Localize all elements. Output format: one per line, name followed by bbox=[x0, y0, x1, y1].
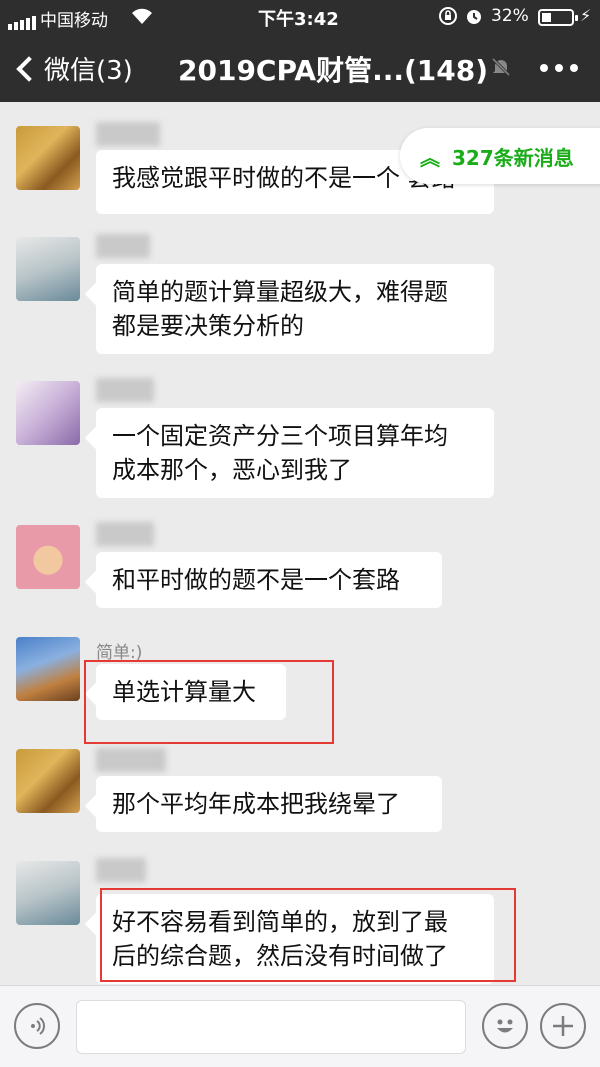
message-text: 成本那个，恶心到我了 bbox=[112, 456, 352, 484]
back-button[interactable]: 微信(3) bbox=[14, 50, 133, 87]
message-bubble[interactable]: 简单的题计算量超级大，难得题 都是要决策分析的 bbox=[96, 264, 494, 354]
nav-bar: 微信(3) 2019CPA财管...(148) bbox=[0, 40, 600, 96]
back-label: 微信(3) bbox=[44, 56, 133, 86]
avatar[interactable] bbox=[16, 237, 80, 301]
new-messages-label: 327条新消息 bbox=[452, 145, 574, 170]
message-bubble[interactable]: 那个平均年成本把我绕晕了 bbox=[96, 776, 442, 832]
rotation-lock-icon bbox=[438, 6, 458, 31]
highlight-box bbox=[84, 660, 334, 744]
emoji-button[interactable] bbox=[482, 1003, 528, 1049]
avatar[interactable] bbox=[16, 861, 80, 925]
nickname bbox=[96, 748, 166, 772]
plus-button[interactable] bbox=[540, 1003, 586, 1049]
plus-icon bbox=[553, 1016, 573, 1036]
status-time: 下午3:42 bbox=[258, 9, 339, 30]
more-icon[interactable] bbox=[540, 64, 578, 72]
voice-icon bbox=[31, 1017, 45, 1035]
avatar[interactable] bbox=[16, 749, 80, 813]
carrier-label: 中国移动 bbox=[40, 11, 108, 31]
mute-icon bbox=[490, 56, 512, 78]
message-input[interactable] bbox=[76, 1000, 466, 1054]
message-text: 简单的题计算量超级大，难得题 bbox=[112, 278, 448, 306]
top-bar: 中国移动 下午3:42 32% ⚡ 微信(3) 2019CPA财管...(148… bbox=[0, 0, 600, 102]
battery-icon bbox=[538, 9, 578, 26]
nickname bbox=[96, 522, 154, 546]
nickname bbox=[96, 858, 146, 882]
message-text: 都是要决策分析的 bbox=[112, 312, 304, 340]
avatar[interactable] bbox=[16, 637, 80, 701]
nickname bbox=[96, 234, 150, 258]
message-text: 和平时做的题不是一个套路 bbox=[112, 566, 400, 594]
message-text: 一个固定资产分三个项目算年均 bbox=[112, 422, 448, 450]
signal-icon bbox=[8, 10, 38, 30]
emoji-icon bbox=[497, 1019, 513, 1033]
wifi-icon bbox=[130, 6, 154, 31]
message-bubble[interactable]: 一个固定资产分三个项目算年均 成本那个，恶心到我了 bbox=[96, 408, 494, 498]
chat-title: 2019CPA财管...(148) bbox=[178, 54, 489, 87]
avatar[interactable] bbox=[16, 525, 80, 589]
status-bar: 中国移动 下午3:42 32% ⚡ bbox=[0, 0, 600, 34]
highlight-box bbox=[100, 888, 516, 982]
double-chevron-up-icon: ︽ bbox=[420, 145, 440, 170]
nickname bbox=[96, 122, 160, 146]
nickname: 简单:) bbox=[96, 643, 143, 663]
message-text: 那个平均年成本把我绕晕了 bbox=[112, 790, 400, 818]
nickname bbox=[96, 378, 154, 402]
chevron-left-icon bbox=[16, 55, 42, 82]
voice-button[interactable] bbox=[14, 1003, 60, 1049]
alarm-icon bbox=[464, 6, 484, 31]
message-bubble[interactable]: 和平时做的题不是一个套路 bbox=[96, 552, 442, 608]
battery-percent: 32% bbox=[491, 6, 529, 26]
new-messages-button[interactable]: ︽ 327条新消息 bbox=[400, 128, 600, 184]
avatar[interactable] bbox=[16, 126, 80, 190]
avatar[interactable] bbox=[16, 381, 80, 445]
charging-icon: ⚡ bbox=[580, 6, 592, 25]
input-bar bbox=[0, 985, 600, 1067]
